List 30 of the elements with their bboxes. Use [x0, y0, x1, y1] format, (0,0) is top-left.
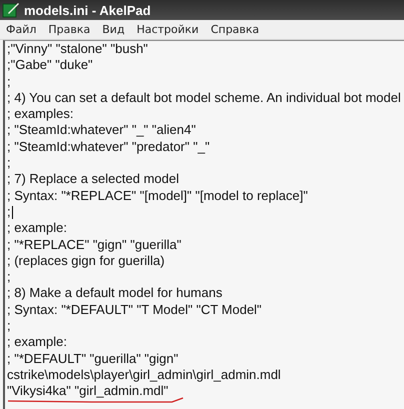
text-line: ; Syntax: "*DEFAULT" "T Model" "CT Model"	[7, 302, 262, 318]
text-line: ; 8) Make a default model for humans	[7, 285, 222, 302]
text-line: ; "SteamId:whatever" "predator" "_"	[7, 138, 210, 156]
text-line: ;	[7, 318, 11, 334]
text-line: ;	[7, 155, 11, 172]
text-line: ; "SteamId:whatever" "_" "alien4"	[7, 122, 196, 139]
notebook-icon	[2, 2, 20, 18]
text-line: ;	[7, 204, 11, 220]
menu-item[interactable]: Настройки	[136, 23, 199, 36]
text-line: "Vikysi4ka" "girl_admin.mdl"	[7, 383, 168, 400]
menu-item[interactable]: Справка	[210, 23, 260, 36]
text-line: ; examples:	[7, 106, 74, 122]
text-editor[interactable]	[3, 40, 404, 409]
text-line: ;	[7, 74, 11, 90]
text-line: ; (replaces gign for guerilla)	[7, 252, 165, 270]
text-line: ; example:	[7, 220, 67, 237]
text-line: ;"Gabe" "duke"	[7, 57, 93, 74]
text-line: ; 4) You can set a default bot model scheme. An individual bot model	[7, 90, 401, 106]
text-line: ; 7) Replace a selected model	[7, 171, 179, 188]
menu-item[interactable]: Вид	[102, 23, 125, 36]
menu-item[interactable]: Файл	[6, 23, 36, 36]
text-line: ;"Vinny" "stalone" "bush"	[7, 41, 148, 58]
text-line: ;	[7, 269, 11, 286]
text-line: ; "*REPLACE" "gign" "guerilla"	[7, 236, 182, 253]
window-title: models.ini - AkelPad	[24, 2, 151, 18]
text-line: cstrike\models\player\girl_admin\girl_admin.mdl	[7, 366, 281, 384]
text-line: ; Syntax: "*REPLACE" "[model]" "[model to replace]"	[7, 188, 308, 204]
menu-item[interactable]: Правка	[48, 23, 90, 36]
text-line: ; example:	[7, 334, 67, 351]
text-line: ; "*DEFAULT" "guerilla" "gign"	[7, 350, 178, 367]
